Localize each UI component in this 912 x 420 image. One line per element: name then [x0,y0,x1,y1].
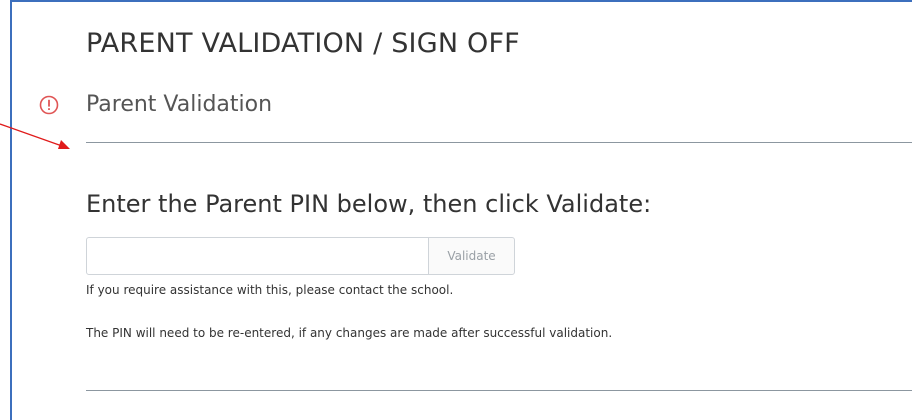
section-title: Parent Validation [86,92,273,117]
page-title: PARENT VALIDATION / SIGN OFF [86,28,520,59]
pin-prompt: Enter the Parent PIN below, then click V… [86,190,652,218]
annotation-arrow-icon [0,123,70,149]
validate-button[interactable]: Validate [428,237,515,275]
pin-note: The PIN will need to be re-entered, if a… [86,326,613,340]
help-text: If you require assistance with this, ple… [86,283,454,297]
bottom-divider [86,390,912,391]
parent-pin-input[interactable] [86,237,429,275]
section-divider [86,142,912,143]
alert-circle-icon [39,95,59,115]
